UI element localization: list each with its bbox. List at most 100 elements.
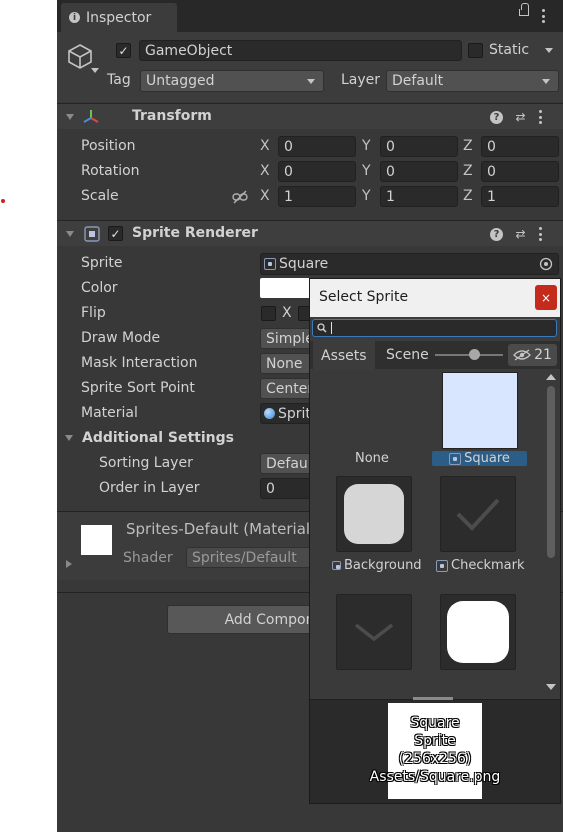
grid-item-none[interactable]: None bbox=[334, 370, 410, 466]
icon-dropdown-caret-icon[interactable] bbox=[91, 68, 99, 73]
shader-value: Sprites/Default bbox=[192, 549, 297, 566]
close-button[interactable]: × bbox=[535, 285, 557, 310]
presets-icon[interactable]: ⇄ bbox=[514, 227, 527, 241]
sprite-search-input[interactable] bbox=[312, 319, 557, 337]
background-thumbnail bbox=[336, 476, 412, 552]
axis-x-label: X bbox=[260, 138, 270, 154]
axis-z-label: Z bbox=[463, 163, 473, 179]
dropdown-arrow-thumbnail[interactable] bbox=[336, 594, 412, 670]
shader-dropdown[interactable]: Sprites/Default bbox=[186, 547, 326, 568]
picker-tabs: Assets Scene 21 bbox=[310, 341, 560, 369]
hidden-packages-toggle[interactable]: 21 bbox=[508, 344, 557, 366]
position-z-field[interactable]: 0 bbox=[481, 136, 559, 157]
chevron-down-icon bbox=[542, 78, 550, 84]
material-preview-thumbnail bbox=[81, 525, 112, 555]
scale-y-field[interactable]: 1 bbox=[380, 186, 458, 207]
rotation-x-field[interactable]: 0 bbox=[278, 161, 356, 182]
sprite-sort-point-label: Sprite Sort Point bbox=[81, 380, 195, 396]
chevron-down-icon bbox=[354, 623, 394, 642]
help-icon[interactable]: ? bbox=[490, 227, 503, 241]
sprite-renderer-title: Sprite Renderer bbox=[132, 225, 258, 241]
static-checkbox[interactable] bbox=[468, 43, 483, 58]
material-sphere-icon bbox=[264, 408, 275, 419]
checkmark-thumbnail bbox=[440, 476, 516, 552]
grid-item-checkmark[interactable]: Checkmark bbox=[434, 476, 534, 576]
axis-x-label: X bbox=[260, 163, 270, 179]
presets-icon[interactable]: ⇄ bbox=[514, 110, 527, 124]
gameobject-active-checkbox[interactable]: ✓ bbox=[116, 43, 131, 58]
grid-item-square[interactable]: Square bbox=[432, 370, 536, 470]
position-label: Position bbox=[81, 138, 136, 154]
tag-dropdown[interactable]: Untagged bbox=[140, 70, 324, 92]
axis-z-label: Z bbox=[463, 188, 473, 204]
tab-scene[interactable]: Scene bbox=[378, 341, 437, 369]
select-sprite-title: Select Sprite bbox=[319, 289, 409, 305]
inspector-tab[interactable]: i Inspector bbox=[61, 3, 177, 32]
sprite-asset-icon bbox=[449, 452, 462, 465]
info-icon: i bbox=[69, 12, 80, 23]
rotation-z-field[interactable]: 0 bbox=[481, 161, 559, 182]
color-label: Color bbox=[81, 280, 118, 296]
select-sprite-titlebar[interactable]: Select Sprite × bbox=[310, 279, 560, 317]
foldout-arrow-icon[interactable] bbox=[66, 231, 74, 237]
axis-y-label: Y bbox=[362, 138, 371, 154]
mask-interaction-value: None bbox=[266, 355, 303, 372]
material-name-label: Sprites-Default (Material) bbox=[126, 520, 316, 538]
sprite-asset-icon bbox=[264, 258, 276, 270]
splitter-handle[interactable] bbox=[413, 697, 453, 700]
preview-type: Sprite bbox=[414, 733, 456, 749]
chevron-down-icon bbox=[307, 78, 315, 84]
axis-x-label: X bbox=[260, 188, 270, 204]
layer-label: Layer bbox=[341, 72, 381, 88]
additional-settings-foldout-icon[interactable] bbox=[65, 435, 73, 441]
grid-scrollbar[interactable] bbox=[543, 370, 559, 698]
grid-item-background[interactable]: Background bbox=[330, 476, 430, 576]
sprite-renderer-enabled-checkbox[interactable]: ✓ bbox=[108, 226, 123, 241]
sprite-asset-icon bbox=[436, 559, 448, 572]
lock-icon[interactable] bbox=[519, 3, 529, 16]
layer-dropdown[interactable]: Default bbox=[386, 70, 559, 92]
zoom-slider-thumb[interactable] bbox=[469, 349, 480, 360]
selected-item-label: Square bbox=[432, 451, 527, 466]
help-icon[interactable]: ? bbox=[490, 110, 503, 124]
scale-x-field[interactable]: 1 bbox=[278, 186, 356, 207]
tag-label: Tag bbox=[107, 72, 131, 88]
order-in-layer-label: Order in Layer bbox=[99, 480, 200, 496]
gameobject-name-field[interactable]: GameObject bbox=[139, 40, 462, 61]
component-menu-icon[interactable] bbox=[538, 110, 542, 124]
scroll-down-icon[interactable] bbox=[546, 684, 556, 690]
additional-settings-label[interactable]: Additional Settings bbox=[82, 430, 234, 446]
scale-z-field[interactable]: 1 bbox=[481, 186, 559, 207]
ui-sprite-thumbnail[interactable] bbox=[440, 594, 516, 670]
sprite-preview: Square Sprite (256x256) Assets/Square.pn… bbox=[310, 697, 560, 803]
gameobject-cube-icon bbox=[68, 44, 92, 69]
rotation-y-field[interactable]: 0 bbox=[380, 161, 458, 182]
component-menu-icon[interactable] bbox=[538, 227, 542, 241]
square-thumbnail bbox=[442, 372, 518, 449]
tab-assets[interactable]: Assets bbox=[313, 341, 375, 369]
material-foldout-icon[interactable] bbox=[66, 560, 72, 568]
inspector-tab-label: Inspector bbox=[86, 9, 152, 26]
axis-y-label: Y bbox=[362, 163, 371, 179]
scroll-up-icon[interactable] bbox=[546, 374, 556, 380]
constrain-proportions-icon[interactable] bbox=[232, 190, 248, 204]
rounded-square-shape bbox=[447, 601, 509, 663]
draw-mode-label: Draw Mode bbox=[81, 330, 161, 346]
sprite-label: Sprite bbox=[81, 255, 123, 271]
sprite-value: Square bbox=[279, 256, 329, 272]
checkmark-icon bbox=[456, 498, 500, 531]
select-sprite-window: Select Sprite × Assets Scene 21 None Squ… bbox=[309, 278, 561, 804]
object-picker-icon[interactable] bbox=[539, 257, 553, 271]
sprite-object-field[interactable]: Square bbox=[260, 253, 559, 275]
static-label: Static bbox=[489, 42, 530, 58]
transform-header[interactable]: Transform ? ⇄ bbox=[57, 103, 563, 129]
flip-x-checkbox[interactable] bbox=[261, 306, 276, 321]
close-icon: × bbox=[540, 290, 552, 305]
scrollbar-thumb[interactable] bbox=[547, 386, 555, 558]
foldout-arrow-icon[interactable] bbox=[66, 114, 74, 120]
sprite-renderer-header[interactable]: ✓ Sprite Renderer ? ⇄ bbox=[57, 220, 563, 246]
more-options-icon[interactable] bbox=[541, 9, 545, 23]
position-x-field[interactable]: 0 bbox=[278, 136, 356, 157]
static-dropdown-caret-icon[interactable] bbox=[545, 48, 553, 53]
position-y-field[interactable]: 0 bbox=[380, 136, 458, 157]
